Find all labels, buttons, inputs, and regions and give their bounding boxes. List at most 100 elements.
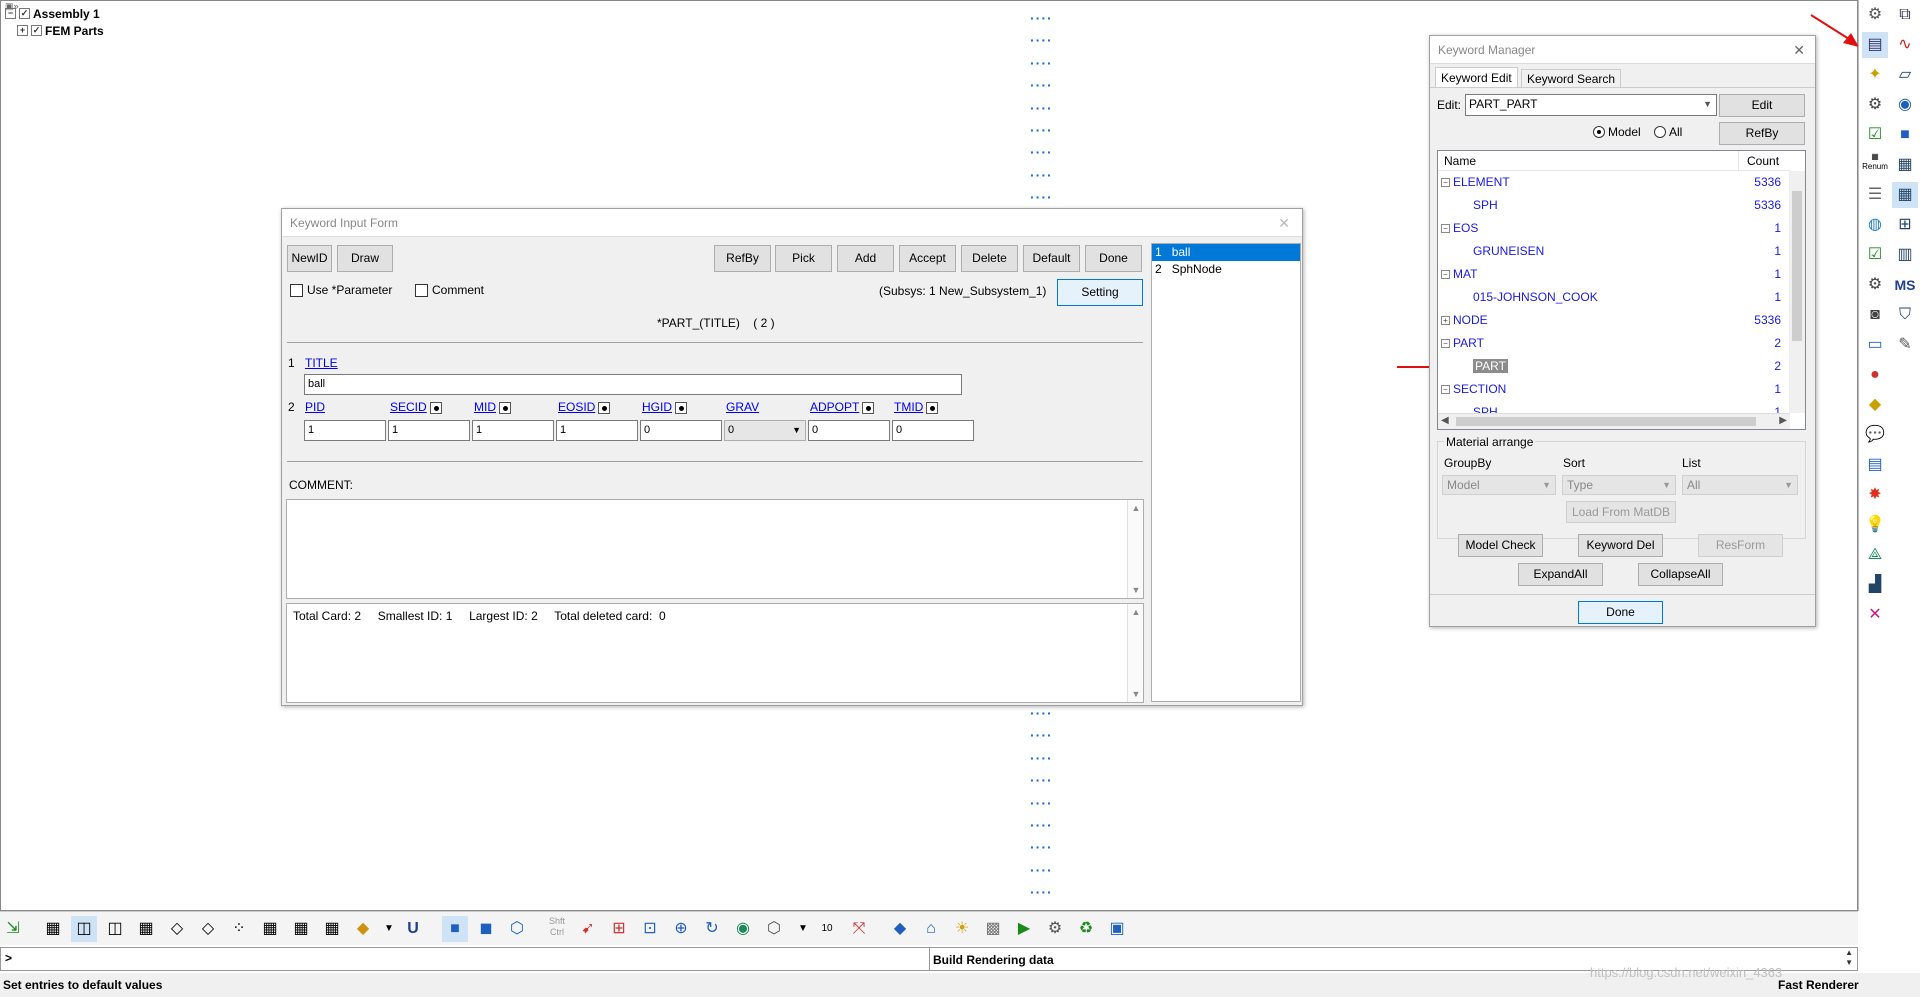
color-wheel-icon[interactable]: ● (1862, 362, 1888, 388)
accept-button[interactable]: Accept (899, 245, 956, 272)
collapse-all-button[interactable]: CollapseAll (1638, 563, 1723, 586)
radio-all[interactable]: All (1654, 125, 1682, 139)
wire-box-icon[interactable]: ⬡ (761, 916, 787, 942)
checkbox-box[interactable] (290, 283, 303, 297)
scroll-down-icon[interactable]: ▼ (1128, 582, 1144, 598)
tree-row-section[interactable]: − SECTION 1 (1441, 380, 1781, 399)
feature-cube-icon[interactable]: ◇ (164, 916, 190, 942)
command-line[interactable]: > Build Rendering data ▲ ▼ (0, 947, 1858, 971)
zoom-box-icon[interactable]: ⊡ (637, 916, 663, 942)
tab-keyword-edit[interactable]: Keyword Edit (1435, 67, 1518, 87)
mid-label[interactable]: MID (474, 400, 511, 414)
close-icon[interactable]: ✕ (1793, 42, 1805, 59)
pid-label[interactable]: PID (305, 400, 325, 414)
radio-unselected-icon[interactable] (1654, 126, 1666, 138)
export-icon[interactable]: ⧉ (1892, 2, 1918, 28)
play-icon[interactable]: ▶ (1011, 916, 1037, 942)
layout-icon[interactable]: ▤ (1862, 452, 1888, 478)
tmid-input[interactable]: 0 (892, 420, 974, 441)
tree-item-assembly[interactable]: − ✓ Assembly 1 (5, 5, 104, 22)
title-input[interactable]: ball (304, 374, 962, 395)
solid-box-icon[interactable]: ■ (1892, 122, 1918, 148)
checkbox-icon[interactable]: ✓ (31, 25, 42, 36)
tree-row-section-sph[interactable]: SPH 1 (1473, 403, 1781, 413)
hidden-cube-icon[interactable]: ◫ (102, 916, 128, 942)
hgid-input[interactable]: 0 (640, 420, 722, 441)
tree-row-element[interactable]: − ELEMENT 5336 (1441, 173, 1781, 192)
fringe-icon[interactable]: ◆ (350, 916, 376, 942)
edit-combo[interactable]: PART_PART ▼ (1465, 94, 1717, 116)
ms-icon[interactable]: MS (1892, 272, 1918, 298)
list-item[interactable]: 2 SphNode (1152, 261, 1300, 278)
chart-icon[interactable]: ▟ (1862, 572, 1888, 598)
outline-cube-icon[interactable]: ◇ (195, 916, 221, 942)
scroll-left-icon[interactable]: ◀ (1441, 415, 1449, 426)
gears-icon[interactable]: ⚙ (1042, 916, 1068, 942)
expand-icon[interactable]: + (17, 25, 28, 36)
wireframe-cube-icon[interactable]: ▦ (40, 916, 66, 942)
recycle-icon[interactable]: ♻ (1073, 916, 1099, 942)
list-select[interactable]: All ▼ (1682, 475, 1798, 495)
add-button[interactable]: Add (837, 245, 894, 272)
gear-icon[interactable]: ⚙ (1862, 2, 1888, 28)
sphere-grid-icon[interactable]: ▦ (288, 916, 314, 942)
cube-icon[interactable]: ◆ (1862, 392, 1888, 418)
scrollbar[interactable]: ▲ ▼ (1127, 500, 1143, 598)
adpopt-label[interactable]: ADPOPT (810, 400, 875, 414)
speaker-icon[interactable]: ◙ (1862, 302, 1888, 328)
mid-input[interactable]: 1 (472, 420, 554, 441)
shaded-cube-icon[interactable]: ◫ (71, 916, 97, 942)
expand-all-button[interactable]: ExpandAll (1518, 563, 1603, 586)
pick-dot-icon[interactable] (499, 401, 511, 414)
collapse-icon[interactable]: − (1441, 224, 1450, 234)
radio-selected-icon[interactable] (1593, 126, 1605, 138)
model-check-button[interactable]: Model Check (1458, 534, 1543, 557)
refby-button[interactable]: RefBy (1719, 122, 1805, 145)
newid-button[interactable]: NewID (287, 245, 332, 272)
cross-icon[interactable]: ✕ (1862, 602, 1888, 628)
image-icon[interactable]: ▣ (1104, 916, 1130, 942)
tab-keyword-search[interactable]: Keyword Search (1521, 69, 1622, 87)
renum-icon[interactable]: ▦ Renum (1862, 152, 1888, 178)
u-icon[interactable]: U (400, 916, 426, 942)
info-textarea[interactable]: Total Card: 2 Smallest ID: 1 Largest ID:… (286, 603, 1144, 703)
checkbox-icon[interactable]: ✓ (19, 8, 30, 19)
chevron-down-icon[interactable]: ▼ (790, 916, 816, 942)
plane-icon[interactable]: ▱ (1892, 62, 1918, 88)
solid-view-icon[interactable]: ■ (442, 916, 468, 942)
eosid-label[interactable]: EOSID (558, 400, 611, 414)
scroll-right-icon[interactable]: ▶ (1779, 415, 1787, 426)
scroll-up-icon[interactable]: ▲ (1128, 500, 1144, 516)
setting-button[interactable]: Setting (1057, 279, 1143, 306)
done-button[interactable]: Done (1085, 245, 1142, 272)
collapse-icon[interactable]: − (1441, 178, 1450, 188)
comment-textarea[interactable]: ▲ ▼ (286, 499, 1144, 599)
scroll-down-icon[interactable]: ▼ (1128, 686, 1144, 702)
tree-item-fem-parts[interactable]: + ✓ FEM Parts (5, 22, 104, 39)
transparent-box-icon[interactable]: ⬡ (504, 916, 530, 942)
spin-icon[interactable]: ▲ ▼ (1845, 948, 1853, 968)
scrollbar[interactable]: ▲ ▼ (1127, 604, 1143, 702)
pick-dot-icon[interactable] (926, 401, 939, 414)
cylinder-icon[interactable]: ◉ (1892, 92, 1918, 118)
list-item[interactable]: 1 ball (1152, 244, 1300, 261)
scroll-thumb[interactable] (1456, 417, 1756, 426)
shield-icon[interactable]: ⛉ (1892, 302, 1918, 328)
tmid-label[interactable]: TMID (894, 400, 939, 414)
pid-input[interactable]: 1 (304, 420, 386, 441)
close-icon[interactable]: ✕ (1278, 215, 1290, 232)
adpopt-input[interactable]: 0 (808, 420, 890, 441)
axes-icon[interactable]: ⟁ (1862, 542, 1888, 568)
list-icon[interactable]: ☰ (1862, 182, 1888, 208)
double-chevron-icon[interactable]: ▣» (5, 1, 19, 12)
use-parameter-checkbox[interactable]: Use *Parameter (290, 283, 392, 297)
shift-ctrl-icon[interactable]: Shft Ctrl (544, 916, 570, 942)
table-icon[interactable]: ▥ (1892, 242, 1918, 268)
lightbulb-icon[interactable]: 💡 (1862, 512, 1888, 538)
checker-icon[interactable]: ▩ (980, 916, 1006, 942)
sort-select[interactable]: Type ▼ (1562, 475, 1676, 495)
secid-input[interactable]: 1 (388, 420, 470, 441)
tree-row-mat[interactable]: − MAT 1 (1441, 265, 1781, 284)
element-cube-icon[interactable]: ▦ (319, 916, 345, 942)
check-list-icon[interactable]: ☑ (1862, 122, 1888, 148)
